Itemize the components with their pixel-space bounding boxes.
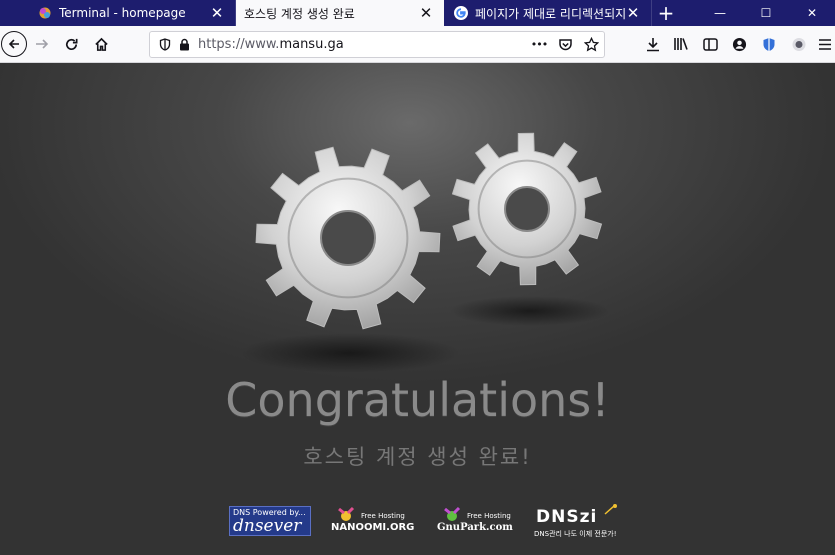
hosting-created-subtitle: 호스팅 계정 생성 완료! (303, 445, 532, 469)
window-controls: — ☐ ✕ (697, 0, 835, 26)
dnszi-spark-icon (604, 504, 617, 515)
sponsor-logos: DNS Powered by... dnsever Free Hosting N… (0, 503, 835, 543)
sidebar-button[interactable] (698, 26, 722, 62)
window-close-button[interactable]: ✕ (789, 0, 835, 26)
tracking-shield-icon[interactable] (154, 38, 176, 51)
mask-extension-icon (792, 37, 806, 51)
bookmark-star-icon[interactable] (578, 37, 604, 52)
gnupark-logo[interactable]: Free Hosting GnuPark.com (437, 503, 517, 539)
tab-close-icon[interactable]: ✕ (418, 4, 434, 22)
maximize-button[interactable]: ☐ (743, 0, 789, 26)
nanoomi-tagline: Free Hosting (361, 512, 405, 520)
extension-shield-button[interactable] (756, 26, 782, 62)
extension-mask-button[interactable] (786, 26, 812, 62)
downloads-button[interactable] (641, 26, 665, 62)
url-domain: mansu.ga (279, 37, 344, 52)
dnsever-wordmark: dnsever (233, 516, 302, 536)
tab-title: Terminal - homepage (59, 6, 186, 20)
home-icon (94, 37, 108, 51)
dnszi-logo[interactable]: DNSzi DNS관리 나도 이제 전문가! (534, 503, 620, 539)
gear-shadow (450, 296, 610, 326)
navigation-toolbar: https://www.mansu.ga ••• (0, 26, 835, 63)
forward-arrow-icon (36, 39, 49, 49)
tab-close-icon[interactable]: ✕ (209, 4, 225, 22)
library-button[interactable] (669, 26, 693, 62)
back-arrow-icon (1, 31, 27, 57)
reload-icon (65, 38, 77, 50)
forward-button[interactable] (30, 26, 54, 62)
lock-icon[interactable] (176, 38, 192, 51)
library-icon (674, 38, 688, 50)
tab-terminal-homepage[interactable]: Terminal - homepage ✕ (28, 0, 236, 26)
tab-title: 호스팅 계정 생성 완료 (244, 6, 355, 21)
page-actions-button[interactable]: ••• (526, 38, 552, 51)
google-favicon-icon (454, 6, 468, 20)
home-button[interactable] (88, 26, 114, 62)
gnupark-mascot-icon (444, 506, 461, 521)
dnszi-tagline: DNS관리 나도 이제 전문가! (534, 530, 617, 538)
page-content: Congratulations! 호스팅 계정 생성 완료! DNS Power… (0, 63, 835, 555)
gnupark-tagline: Free Hosting (467, 512, 511, 520)
tab-strip: Terminal - homepage ✕ 호스팅 계정 생성 완료 ✕ 페이지… (0, 0, 835, 26)
tab-hosting-account[interactable]: 호스팅 계정 생성 완료 ✕ (236, 0, 444, 26)
url-text[interactable]: https://www.mansu.ga (198, 37, 344, 52)
pocket-icon[interactable] (552, 38, 578, 52)
minimize-button[interactable]: — (697, 0, 743, 26)
gear-shadow (240, 333, 460, 373)
blue-shield-icon (763, 37, 775, 51)
nanoomi-logo[interactable]: Free Hosting NANOOMI.ORG (331, 503, 416, 539)
hamburger-menu-icon (819, 38, 831, 50)
dnsever-logo[interactable]: DNS Powered by... dnsever (229, 506, 311, 536)
tab-redirect-error[interactable]: 페이지가 제대로 리디렉션되지 ✕ (444, 0, 652, 26)
account-icon (732, 37, 746, 51)
nanoomi-wordmark: NANOOMI.ORG (331, 522, 415, 533)
new-tab-button[interactable]: + (652, 0, 680, 26)
sidebar-icon (702, 37, 718, 51)
colorful-gear-favicon-icon (38, 6, 52, 20)
nanoomi-mascot-icon (338, 506, 355, 521)
tabstrip-spacer (0, 0, 28, 26)
gnupark-wordmark: GnuPark.com (437, 522, 513, 533)
account-button[interactable] (727, 26, 751, 62)
tab-title: 페이지가 제대로 리디렉션되지 (475, 6, 625, 21)
reload-button[interactable] (58, 26, 84, 62)
back-button[interactable] (0, 26, 28, 62)
congratulations-heading: Congratulations! (225, 373, 610, 427)
download-icon (647, 37, 659, 51)
tab-close-icon[interactable]: ✕ (625, 4, 641, 22)
large-gear-icon (255, 146, 441, 330)
small-gear-icon (451, 132, 603, 286)
app-menu-button[interactable] (815, 26, 835, 62)
url-prefix: https://www. (198, 37, 280, 52)
address-bar[interactable]: https://www.mansu.ga ••• (149, 31, 605, 58)
dnszi-wordmark: DNSzi (536, 507, 598, 527)
gears-illustration (240, 132, 610, 373)
